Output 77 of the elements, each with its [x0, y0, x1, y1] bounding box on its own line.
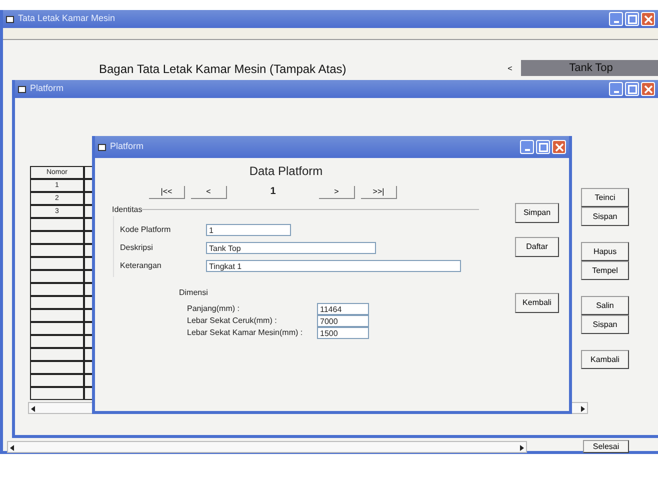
prev-button[interactable]: <: [503, 62, 517, 76]
field-label: Deskripsi: [120, 242, 154, 254]
minimize-icon: [614, 21, 618, 23]
text-field[interactable]: 1500: [317, 327, 369, 339]
side-button[interactable]: Sispan: [581, 315, 629, 334]
side-button[interactable]: Tempel: [581, 261, 629, 280]
close-button[interactable]: [641, 82, 655, 96]
nav-button[interactable]: >>|: [361, 186, 397, 199]
scroll-left-arrow[interactable]: [31, 406, 35, 412]
maximize-icon: [628, 14, 636, 24]
scroll-right-arrow[interactable]: [581, 406, 585, 412]
field-label: Keterangan: [120, 260, 162, 272]
close-button[interactable]: [552, 140, 566, 154]
table-cell: [30, 335, 84, 348]
side-button[interactable]: Salin: [581, 296, 629, 315]
minimize-icon: [524, 149, 530, 151]
table-cell: [30, 309, 84, 322]
table-cell: [30, 270, 84, 283]
table-cell: [30, 374, 84, 387]
maximize-icon: [538, 142, 548, 152]
table-cell: [30, 283, 84, 296]
field-label: Lebar Sekat Ceruk(mm) :: [187, 315, 278, 327]
dialog-button[interactable]: Kembali: [515, 293, 559, 313]
chart-heading: Bagan Tata Letak Kamar Mesin (Tampak Atas): [99, 61, 346, 78]
minimize-icon: [614, 91, 618, 93]
table-cell: [30, 322, 84, 335]
window-icon: [6, 16, 14, 22]
dialog-button[interactable]: Simpan: [515, 203, 559, 223]
close-icon: [554, 142, 564, 152]
minimize-button[interactable]: [609, 82, 623, 96]
scroll-right-arrow[interactable]: [520, 445, 524, 451]
nav-button[interactable]: >: [319, 186, 355, 199]
minimize-button[interactable]: [520, 140, 534, 154]
table-cell: [30, 387, 84, 400]
maximize-button[interactable]: [625, 12, 639, 26]
table-cell: [30, 361, 84, 374]
minimize-button[interactable]: [609, 12, 623, 26]
maximize-button[interactable]: [625, 82, 639, 96]
text-field[interactable]: 1: [206, 224, 291, 236]
maximize-icon: [628, 84, 636, 94]
text-field[interactable]: 11464: [317, 303, 369, 315]
window-title: Platform: [30, 82, 64, 96]
scroll-left-arrow[interactable]: [10, 445, 14, 451]
maximize-button[interactable]: [536, 140, 550, 154]
text-field[interactable]: 7000: [317, 315, 369, 327]
side-button[interactable]: Teinci: [581, 188, 629, 207]
table-cell: [30, 257, 84, 270]
text-field[interactable]: Tank Top: [206, 242, 376, 254]
text-field[interactable]: Tingkat 1: [206, 260, 461, 272]
record-number: 1: [269, 185, 277, 199]
side-button[interactable]: Hapus: [581, 242, 629, 261]
table-cell: [30, 218, 84, 231]
close-icon: [644, 84, 652, 94]
side-button[interactable]: Kambali: [581, 350, 629, 369]
group-label: Dimensi: [179, 287, 209, 299]
table-cell: [30, 244, 84, 257]
field-label: Panjang(mm) :: [187, 303, 240, 315]
field-label: Lebar Sekat Kamar Mesin(mm) :: [187, 327, 304, 339]
table-cell: [30, 296, 84, 309]
window-title: Tata Letak Kamar Mesin: [18, 12, 116, 26]
table-cell: [30, 231, 84, 244]
scrollbar[interactable]: [7, 441, 527, 453]
table-cell: [30, 348, 84, 361]
finish-button[interactable]: Selesai: [583, 440, 629, 453]
nav-button[interactable]: |<<: [149, 186, 185, 199]
side-button[interactable]: Sispan: [581, 207, 629, 226]
selection-box[interactable]: Tank Top: [521, 60, 658, 76]
dialog-button[interactable]: Daftar: [515, 237, 559, 257]
close-icon: [644, 14, 652, 24]
nav-button[interactable]: <: [191, 186, 227, 199]
dialog-heading: Data Platform: [248, 163, 324, 180]
window-icon: [18, 86, 26, 92]
close-button[interactable]: [641, 12, 655, 26]
field-label: Kode Platform: [120, 224, 172, 236]
group-label: Identitas: [112, 204, 142, 216]
window-icon: [98, 144, 106, 150]
window-title: Platform: [110, 140, 144, 154]
